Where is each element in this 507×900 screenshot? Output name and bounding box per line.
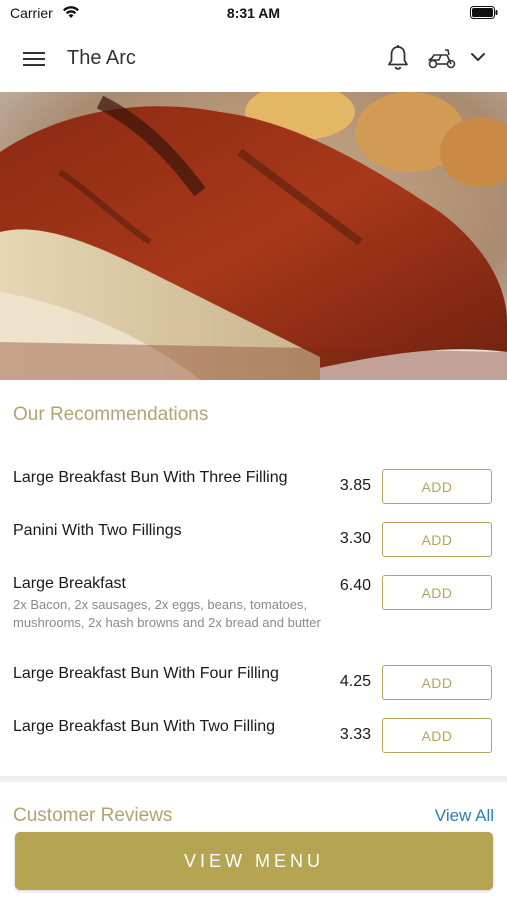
view-all-reviews-link[interactable]: View All	[435, 806, 494, 826]
item-name: Large Breakfast Bun With Two Filling	[13, 718, 276, 735]
item-name: Large Breakfast Bun With Four Filling	[13, 665, 279, 682]
scooter-icon[interactable]	[426, 46, 458, 75]
item-price: 3.33	[339, 726, 371, 743]
item-description: 2x Bacon, 2x sausages, 2x eggs, beans, t…	[13, 597, 321, 630]
view-menu-button[interactable]: VIEW MENU	[15, 832, 493, 890]
item-price: 3.30	[339, 530, 371, 547]
section-divider	[0, 776, 507, 782]
app-header: The Arc	[0, 28, 507, 92]
battery-icon	[470, 6, 498, 24]
add-button[interactable]: ADD	[382, 522, 492, 557]
add-button[interactable]: ADD	[382, 575, 492, 610]
restaurant-hero-image	[0, 92, 507, 380]
status-time: 8:31 AM	[226, 5, 281, 21]
menu-icon[interactable]	[22, 48, 46, 70]
item-name: Large Breakfast	[13, 575, 126, 592]
add-button[interactable]: ADD	[382, 718, 492, 753]
item-name: Large Breakfast Bun With Three Filling	[13, 469, 288, 486]
add-button[interactable]: ADD	[382, 469, 492, 504]
chevron-down-icon[interactable]	[470, 50, 486, 69]
item-price: 4.25	[339, 673, 371, 690]
bell-icon[interactable]	[385, 44, 411, 77]
item-price: 3.85	[339, 477, 371, 494]
status-bar: Carrier 8:31 AM	[0, 0, 507, 28]
page-title: The Arc	[67, 47, 136, 69]
recommendations-section: Our Recommendations Large Breakfast Bun …	[0, 380, 507, 776]
add-button[interactable]: ADD	[382, 665, 492, 700]
item-name: Panini With Two Fillings	[13, 522, 182, 539]
reviews-title: Customer Reviews	[13, 805, 173, 826]
item-price: 6.40	[339, 577, 371, 594]
recommendations-title: Our Recommendations	[13, 404, 209, 425]
